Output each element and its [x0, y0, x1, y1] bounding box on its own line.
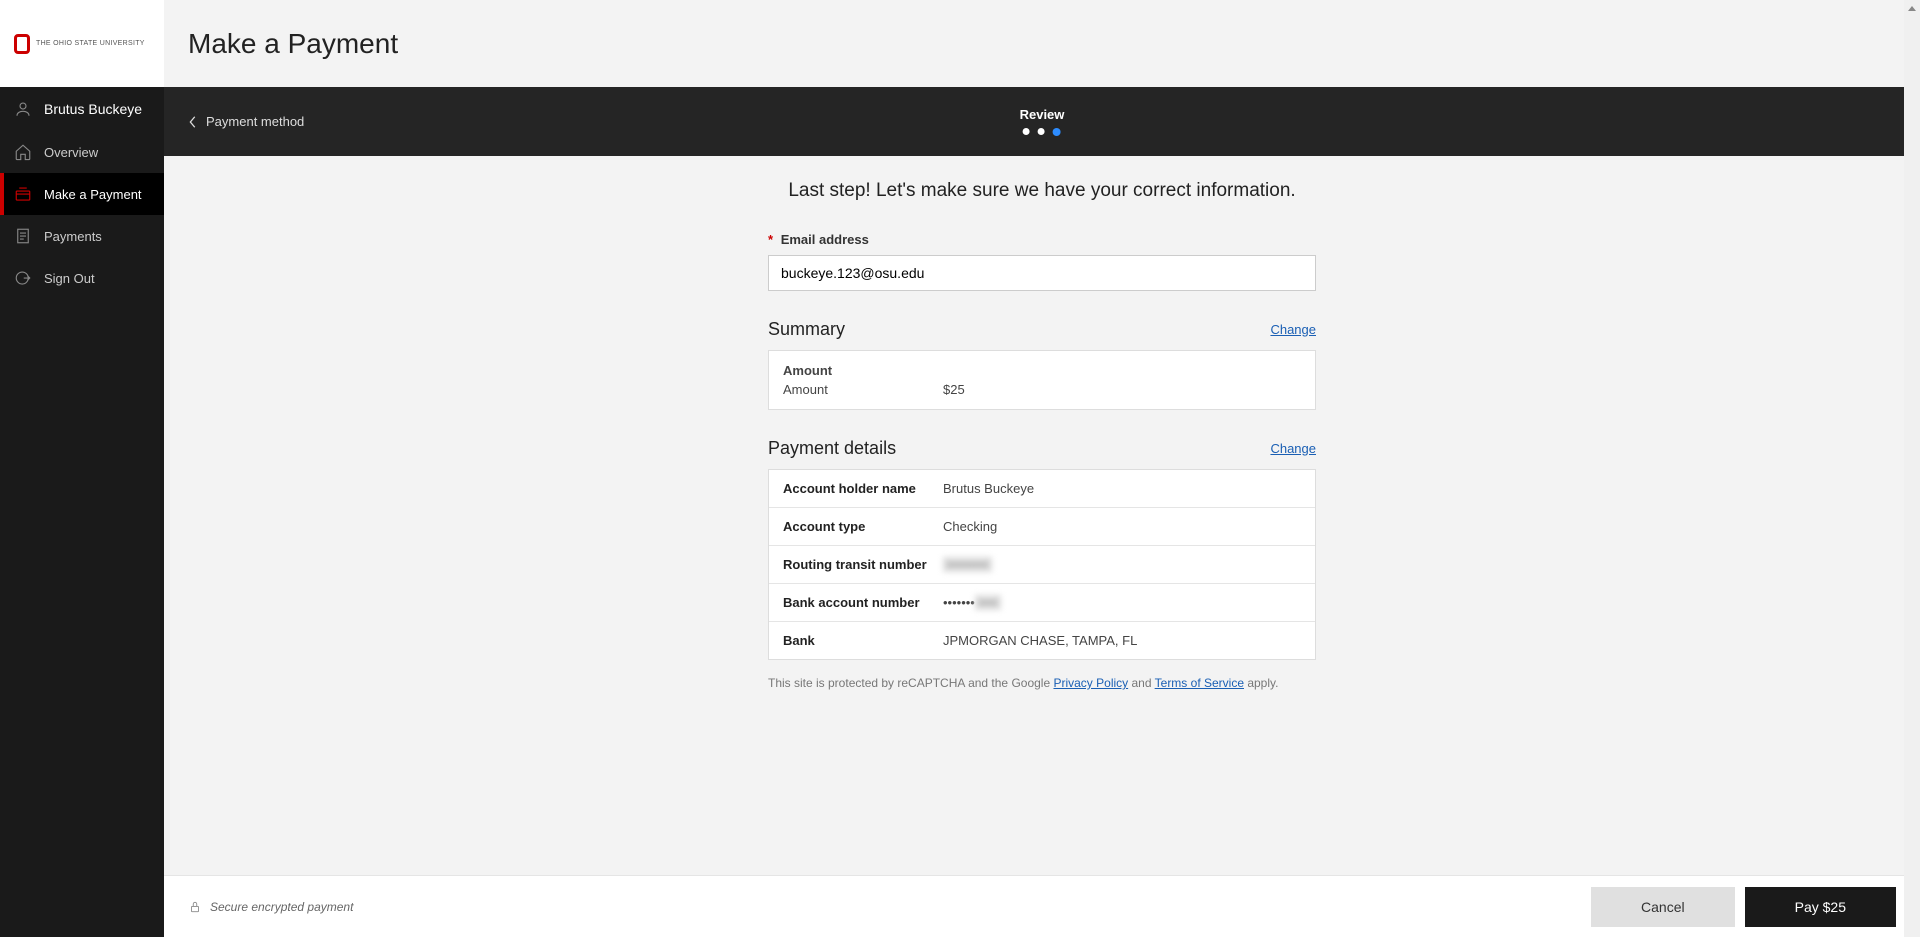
account-label: Bank account number — [783, 595, 943, 610]
receipt-icon — [14, 227, 32, 245]
step-dots — [1020, 128, 1065, 136]
type-label: Account type — [783, 519, 943, 534]
sidebar-item-label: Sign Out — [44, 271, 95, 286]
headline: Last step! Let's make sure we have your … — [768, 180, 1316, 202]
back-label: Payment method — [206, 114, 304, 129]
details-section: Payment details Change Account holder na… — [768, 438, 1316, 660]
summary-table: Amount Amount $25 — [768, 350, 1316, 410]
step-label: Review — [1020, 107, 1065, 122]
chevron-left-icon — [188, 115, 198, 129]
sidebar-item-label: Payments — [44, 229, 102, 244]
pay-button[interactable]: Pay $25 — [1745, 887, 1896, 927]
sidebar-item-label: Overview — [44, 145, 98, 160]
title-bar: Make a Payment — [164, 0, 1920, 87]
sidebar-item-payments[interactable]: Payments — [0, 215, 164, 257]
sidebar: The Ohio State University Brutus Buckeye… — [0, 0, 164, 937]
email-label: * Email address — [768, 232, 1316, 247]
holder-label: Account holder name — [783, 481, 943, 496]
sidebar-item-label: Make a Payment — [44, 187, 142, 202]
step-dot — [1023, 128, 1030, 135]
footer: Secure encrypted payment Cancel Pay $25 — [164, 875, 1920, 937]
summary-amount-value: $25 — [943, 382, 965, 397]
account-value: ••••••••••• — [943, 595, 1001, 610]
summary-title: Summary — [768, 319, 845, 340]
logo-text: The Ohio State University — [36, 40, 145, 47]
sidebar-item-sign-out[interactable]: Sign Out — [0, 257, 164, 299]
lock-icon — [188, 900, 202, 914]
routing-label: Routing transit number — [783, 557, 943, 572]
routing-value: ••••••••• — [943, 557, 992, 572]
bank-label: Bank — [783, 633, 943, 648]
logo-icon — [14, 34, 30, 54]
step-indicator: Review — [1020, 107, 1065, 136]
user-icon — [14, 100, 32, 118]
change-summary-link[interactable]: Change — [1270, 322, 1316, 337]
sign-out-icon — [14, 269, 32, 287]
legal-text: This site is protected by reCAPTCHA and … — [768, 676, 1316, 690]
user-name: Brutus Buckeye — [44, 101, 142, 117]
details-table: Account holder name Brutus Buckeye Accou… — [768, 469, 1316, 660]
details-title: Payment details — [768, 438, 896, 459]
bank-value: JPMORGAN CHASE, TAMPA, FL — [943, 633, 1137, 648]
summary-section: Summary Change Amount Amount $25 — [768, 319, 1316, 410]
back-button[interactable]: Payment method — [188, 114, 304, 129]
home-icon — [14, 143, 32, 161]
holder-value: Brutus Buckeye — [943, 481, 1034, 496]
scrollbar[interactable] — [1904, 0, 1920, 937]
content: Last step! Let's make sure we have your … — [164, 156, 1920, 937]
step-dot-active — [1053, 128, 1061, 136]
type-value: Checking — [943, 519, 997, 534]
table-row: Account type Checking — [769, 508, 1315, 546]
summary-amount-label: Amount — [783, 382, 943, 397]
summary-amount-header: Amount — [769, 351, 1315, 378]
email-field[interactable] — [768, 255, 1316, 291]
table-row: Bank account number ••••••••••• — [769, 584, 1315, 622]
secure-label: Secure encrypted payment — [188, 900, 353, 914]
step-bar: Payment method Review — [164, 87, 1920, 156]
main: Make a Payment Payment method Review Las… — [164, 0, 1920, 937]
logo: The Ohio State University — [0, 0, 164, 87]
privacy-link[interactable]: Privacy Policy — [1053, 676, 1128, 690]
page-title: Make a Payment — [188, 28, 398, 60]
payment-icon — [14, 185, 32, 203]
scroll-up-icon[interactable] — [1904, 0, 1920, 16]
terms-link[interactable]: Terms of Service — [1155, 676, 1244, 690]
step-dot — [1038, 128, 1045, 135]
table-row: Account holder name Brutus Buckeye — [769, 470, 1315, 508]
sidebar-item-make-payment[interactable]: Make a Payment — [0, 173, 164, 215]
table-row: Routing transit number ••••••••• — [769, 546, 1315, 584]
change-details-link[interactable]: Change — [1270, 441, 1316, 456]
user-row: Brutus Buckeye — [0, 87, 164, 131]
sidebar-item-overview[interactable]: Overview — [0, 131, 164, 173]
table-row: Bank JPMORGAN CHASE, TAMPA, FL — [769, 622, 1315, 659]
required-mark: * — [768, 232, 773, 247]
cancel-button[interactable]: Cancel — [1591, 887, 1735, 927]
